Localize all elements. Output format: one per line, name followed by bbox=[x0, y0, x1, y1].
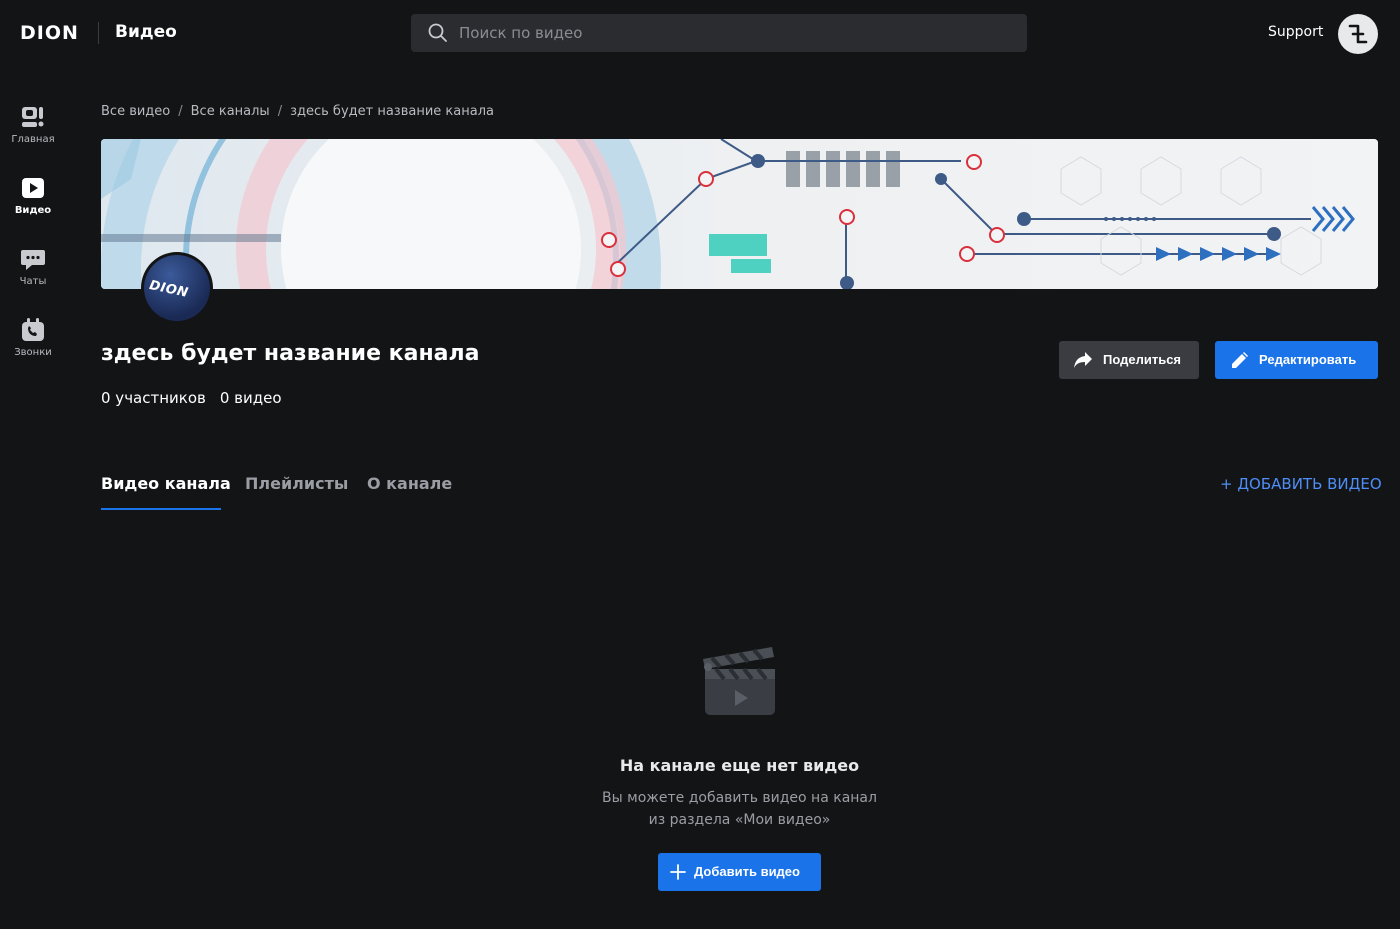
app-title[interactable]: Видео bbox=[115, 22, 177, 42]
breadcrumb-separator: / bbox=[178, 104, 183, 119]
share-button[interactable]: Поделиться bbox=[1059, 341, 1199, 379]
search-bar[interactable] bbox=[411, 14, 1027, 52]
empty-state-title: На канале еще нет видео bbox=[619, 756, 860, 775]
channel-avatar-image: DION bbox=[144, 255, 210, 321]
search-icon bbox=[428, 23, 447, 42]
calls-icon bbox=[22, 318, 44, 341]
sidebar-item-label: Главная bbox=[11, 134, 55, 145]
tab-channel-videos[interactable]: Видео канала bbox=[101, 474, 231, 493]
tab-playlists[interactable]: Плейлисты bbox=[245, 474, 348, 493]
support-link[interactable]: Support bbox=[1268, 24, 1323, 40]
plus-icon bbox=[670, 864, 686, 880]
channel-banner bbox=[101, 139, 1378, 289]
members-count: 0 участников bbox=[101, 389, 206, 407]
sidebar-item-calls[interactable]: Звонки bbox=[0, 309, 66, 369]
share-icon bbox=[1074, 352, 1092, 368]
sidebar-item-home[interactable]: Главная bbox=[0, 96, 66, 156]
channel-avatar[interactable]: DION bbox=[141, 252, 213, 324]
logo-divider bbox=[98, 22, 99, 44]
empty-state-line-1: Вы можете добавить видео на канал bbox=[602, 790, 877, 806]
sidebar-item-label: Чаты bbox=[19, 276, 47, 287]
clapperboard-icon bbox=[700, 645, 780, 725]
search-input[interactable] bbox=[459, 14, 999, 52]
add-video-link[interactable]: + ДОБАВИТЬ ВИДЕО bbox=[1220, 475, 1382, 493]
active-tab-indicator bbox=[101, 508, 221, 510]
empty-state-line-2: из раздела «Мои видео» bbox=[648, 812, 831, 828]
tab-about[interactable]: О канале bbox=[367, 474, 452, 493]
breadcrumb-all-videos[interactable]: Все видео bbox=[101, 104, 170, 119]
edit-button[interactable]: Редактировать bbox=[1215, 341, 1378, 379]
channel-title: здесь будет название канала bbox=[101, 341, 480, 366]
user-avatar-icon bbox=[1348, 24, 1368, 44]
sidebar-item-label: Видео bbox=[14, 205, 52, 216]
chat-icon bbox=[21, 250, 45, 270]
channel-stats: 0 участников 0 видео bbox=[101, 389, 296, 407]
dion-logo[interactable]: DION bbox=[20, 22, 79, 44]
add-video-button-label: Добавить видео bbox=[694, 864, 800, 879]
home-icon bbox=[22, 107, 44, 127]
sidebar-item-chats[interactable]: Чаты bbox=[0, 238, 66, 298]
top-header: DION Видео Support bbox=[0, 0, 1400, 66]
channel-avatar-logo-text: DION bbox=[147, 278, 190, 301]
breadcrumb-current: здесь будет название канала bbox=[290, 104, 494, 119]
videos-count: 0 видео bbox=[219, 389, 282, 407]
empty-state-description: Вы можете добавить видео на канал из раз… bbox=[0, 787, 1400, 831]
breadcrumb-separator: / bbox=[277, 104, 283, 119]
user-avatar[interactable] bbox=[1338, 14, 1378, 54]
breadcrumb: Все видео / Все каналы / здесь будет названи… bbox=[101, 104, 494, 119]
edit-button-label: Редактировать bbox=[1259, 352, 1357, 367]
breadcrumb-all-channels[interactable]: Все каналы bbox=[191, 104, 270, 119]
sidebar-item-video[interactable]: Видео bbox=[0, 167, 66, 227]
video-icon bbox=[22, 178, 44, 198]
add-video-button[interactable]: Добавить видео bbox=[658, 853, 821, 891]
pencil-icon bbox=[1232, 352, 1248, 368]
share-button-label: Поделиться bbox=[1103, 352, 1182, 367]
banner-artwork bbox=[101, 139, 1378, 289]
sidebar-item-label: Звонки bbox=[14, 347, 52, 358]
